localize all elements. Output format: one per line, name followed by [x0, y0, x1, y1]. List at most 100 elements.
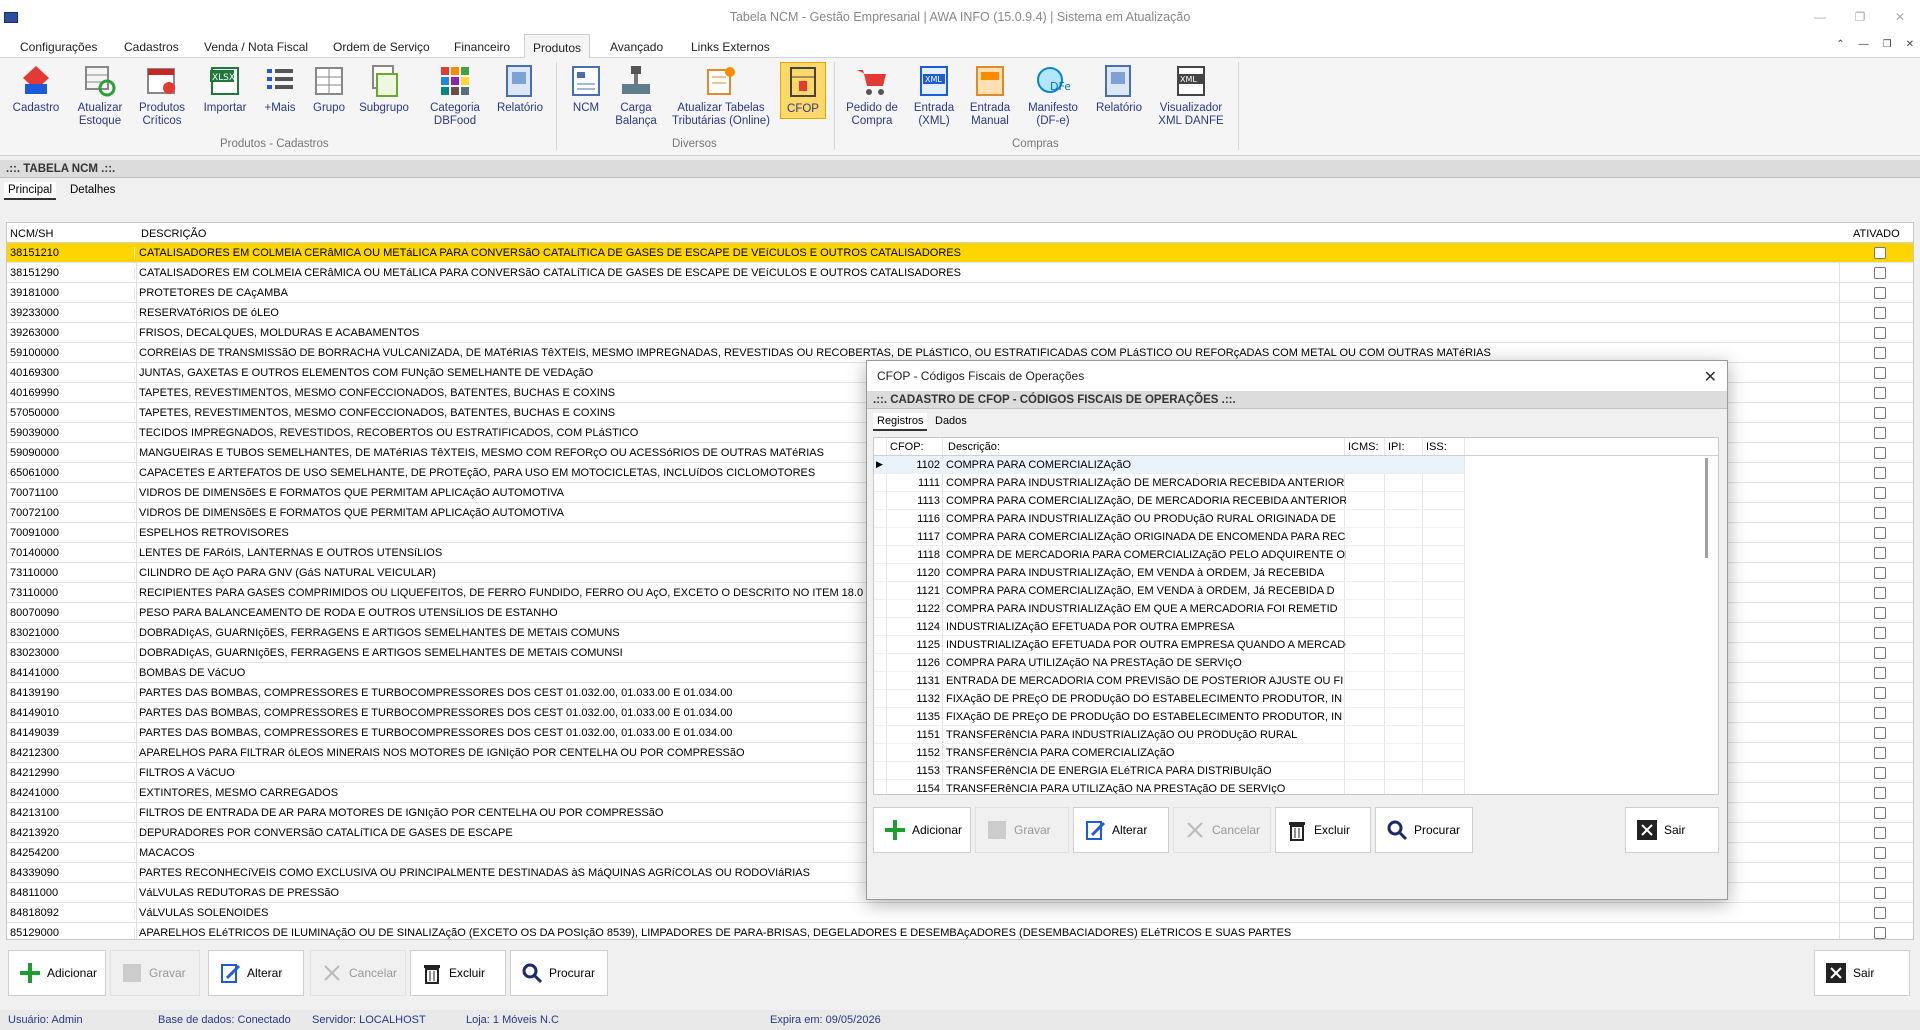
tab-configuracoes[interactable]: Configurações [12, 38, 105, 58]
cfop-row[interactable]: 1152 TRANSFERêNCIA PARA COMERCIALIZAçãO [874, 744, 1464, 762]
mdi-minimize-icon[interactable]: — [1859, 39, 1869, 50]
cfop-row[interactable]: 1151 TRANSFERêNCIA PARA INDUSTRIALIZAçãO … [874, 726, 1464, 744]
dialog-scrollbar[interactable] [1705, 458, 1708, 558]
entrada-xml-button[interactable]: XML Entrada (XML) [910, 64, 958, 128]
ativado-checkbox[interactable] [1874, 787, 1886, 799]
cfop-button[interactable]: CFOP [780, 62, 826, 119]
dialog-excluir-button[interactable]: Excluir [1275, 807, 1371, 853]
cfop-row[interactable]: 1124 INDUSTRIALIZAçãO EFETUADA POR OUTRA … [874, 618, 1464, 636]
ativado-checkbox[interactable] [1874, 247, 1886, 259]
alterar-button[interactable]: Alterar [208, 950, 304, 996]
atualizar-estoque-button[interactable]: Atualizar Estoque [72, 64, 128, 128]
ativado-checkbox[interactable] [1874, 667, 1886, 679]
tab-financeiro[interactable]: Financeiro [446, 38, 518, 58]
sair-button[interactable]: Sair [1814, 950, 1910, 996]
ativado-checkbox[interactable] [1874, 907, 1886, 919]
ativado-checkbox[interactable] [1874, 827, 1886, 839]
carga-balanca-button[interactable]: Carga Balança [612, 64, 660, 128]
ativado-checkbox[interactable] [1874, 567, 1886, 579]
cadastro-button[interactable]: Cadastro [8, 64, 64, 115]
tab-ordem-servico[interactable]: Ordem de Serviço [325, 38, 438, 58]
cfop-row[interactable]: 1111 COMPRA PARA INDUSTRIALIZAçãO DE MERC… [874, 474, 1464, 492]
tab-cadastros[interactable]: Cadastros [116, 38, 187, 58]
ativado-checkbox[interactable] [1874, 487, 1886, 499]
produtos-criticos-button[interactable]: Produtos Críticos [134, 64, 190, 128]
table-row[interactable]: 38151210 CATALISADORES EM COLMEIA CERâMIC… [7, 243, 1913, 263]
ativado-checkbox[interactable] [1874, 767, 1886, 779]
table-row[interactable]: 39263000 FRISOS, DECALQUES, MOLDURAS E AC… [7, 323, 1913, 343]
importar-button[interactable]: XLSX Importar [198, 64, 252, 115]
tab-links-externos[interactable]: Links Externos [683, 38, 778, 58]
relatorio-compras-button[interactable]: Relatório [1092, 64, 1146, 115]
header-descricao[interactable]: Descrição: [948, 441, 1000, 453]
cfop-row[interactable]: 1153 TRANSFERêNCIA DE ENERGIA ELéTRICA PA… [874, 762, 1464, 780]
ativado-checkbox[interactable] [1874, 807, 1886, 819]
tab-avancado[interactable]: Avançado [602, 38, 671, 58]
visualizador-xml-button[interactable]: XML Visualizador XML DANFE [1152, 64, 1230, 128]
header-iss[interactable]: ISS: [1426, 441, 1447, 453]
ativado-checkbox[interactable] [1874, 287, 1886, 299]
ativado-checkbox[interactable] [1874, 687, 1886, 699]
pedido-compra-button[interactable]: Pedido de Compra [842, 64, 902, 128]
dialog-procurar-button[interactable]: Procurar [1375, 807, 1473, 853]
cfop-row[interactable]: 1125 INDUSTRIALIZAçãO EFETUADA POR OUTRA … [874, 636, 1464, 654]
ativado-checkbox[interactable] [1874, 627, 1886, 639]
header-ncm[interactable]: NCM/SH [10, 228, 53, 240]
cfop-grid[interactable]: CFOP: Descrição: ICMS: IPI: ISS: ▶ 1102 CO… [873, 437, 1719, 795]
ativado-checkbox[interactable] [1874, 507, 1886, 519]
tab-venda-nota-fiscal[interactable]: Venda / Nota Fiscal [196, 38, 316, 58]
cfop-row[interactable]: 1116 COMPRA PARA INDUSTRIALIZAçãO OU PROD… [874, 510, 1464, 528]
adicionar-button[interactable]: Adicionar [8, 950, 106, 996]
ativado-checkbox[interactable] [1874, 387, 1886, 399]
ativado-checkbox[interactable] [1874, 407, 1886, 419]
procurar-button[interactable]: Procurar [510, 950, 608, 996]
dialog-cancelar-button[interactable]: Cancelar [1173, 807, 1271, 853]
ativado-checkbox[interactable] [1874, 927, 1886, 939]
cancelar-button[interactable]: Cancelar [310, 950, 406, 996]
ativado-checkbox[interactable] [1874, 547, 1886, 559]
ativado-checkbox[interactable] [1874, 367, 1886, 379]
ativado-checkbox[interactable] [1874, 467, 1886, 479]
ncm-button[interactable]: NCM [564, 64, 608, 115]
dialog-tab-registros[interactable]: Registros [873, 413, 928, 431]
subtab-principal[interactable]: Principal [4, 182, 57, 200]
mais-button[interactable]: +Mais [256, 64, 304, 115]
ativado-checkbox[interactable] [1874, 587, 1886, 599]
mdi-close-icon[interactable]: ✕ [1906, 39, 1914, 50]
dialog-gravar-button[interactable]: Gravar [975, 807, 1069, 853]
ativado-checkbox[interactable] [1874, 267, 1886, 279]
cfop-row[interactable]: 1135 FIXAçãO DE PREçO DE PRODUçãO DO ESTA… [874, 708, 1464, 726]
excluir-button[interactable]: Excluir [410, 950, 506, 996]
close-icon[interactable]: ✕ [1880, 0, 1920, 34]
mdi-restore-icon[interactable]: ❐ [1883, 39, 1892, 50]
ativado-checkbox[interactable] [1874, 707, 1886, 719]
cfop-row[interactable]: 1154 TRANSFERêNCIA PARA UTILIZAçãO NA PRE… [874, 780, 1464, 794]
subtab-detalhes[interactable]: Detalhes [66, 182, 119, 198]
dialog-close-icon[interactable]: ✕ [1704, 367, 1717, 387]
header-ativado[interactable]: ATIVADO [1853, 228, 1900, 240]
cfop-row[interactable]: 1126 COMPRA PARA UTILIZAçãO NA PRESTAçãO … [874, 654, 1464, 672]
ativado-checkbox[interactable] [1874, 887, 1886, 899]
subgrupo-button[interactable]: Subgrupo [356, 64, 412, 115]
relatorio-produtos-button[interactable]: Relatório [494, 64, 546, 115]
ativado-checkbox[interactable] [1874, 447, 1886, 459]
dialog-sair-button[interactable]: Sair [1625, 807, 1719, 853]
table-row[interactable]: 39233000 RESERVATóRIOS DE óLEO [7, 303, 1913, 323]
ativado-checkbox[interactable] [1874, 847, 1886, 859]
categoria-dbfood-button[interactable]: Categoria DBFood [420, 64, 490, 128]
table-row[interactable]: 84818092 VáLVULAS SOLENOIDES [7, 903, 1913, 923]
cfop-row[interactable]: 1118 COMPRA DE MERCADORIA PARA COMERCIALI… [874, 546, 1464, 564]
ativado-checkbox[interactable] [1874, 347, 1886, 359]
cfop-row[interactable]: 1122 COMPRA PARA INDUSTRIALIZAçãO EM QUE … [874, 600, 1464, 618]
grupo-button[interactable]: Grupo [306, 64, 352, 115]
restore-icon[interactable]: ❐ [1840, 0, 1880, 34]
collapse-ribbon-icon[interactable]: ⌃ [1836, 39, 1844, 50]
cfop-row[interactable]: 1131 ENTRADA DE MERCADORIA COM PREVISãO D… [874, 672, 1464, 690]
cfop-row[interactable]: 1117 COMPRA PARA COMERCIALIZAçãO ORIGINAD… [874, 528, 1464, 546]
ativado-checkbox[interactable] [1874, 327, 1886, 339]
table-row[interactable]: 85129000 APARELHOS ELéTRICOS DE ILUMINAçã… [7, 923, 1913, 939]
gravar-button[interactable]: Gravar [110, 950, 200, 996]
ativado-checkbox[interactable] [1874, 647, 1886, 659]
ativado-checkbox[interactable] [1874, 607, 1886, 619]
ativado-checkbox[interactable] [1874, 867, 1886, 879]
